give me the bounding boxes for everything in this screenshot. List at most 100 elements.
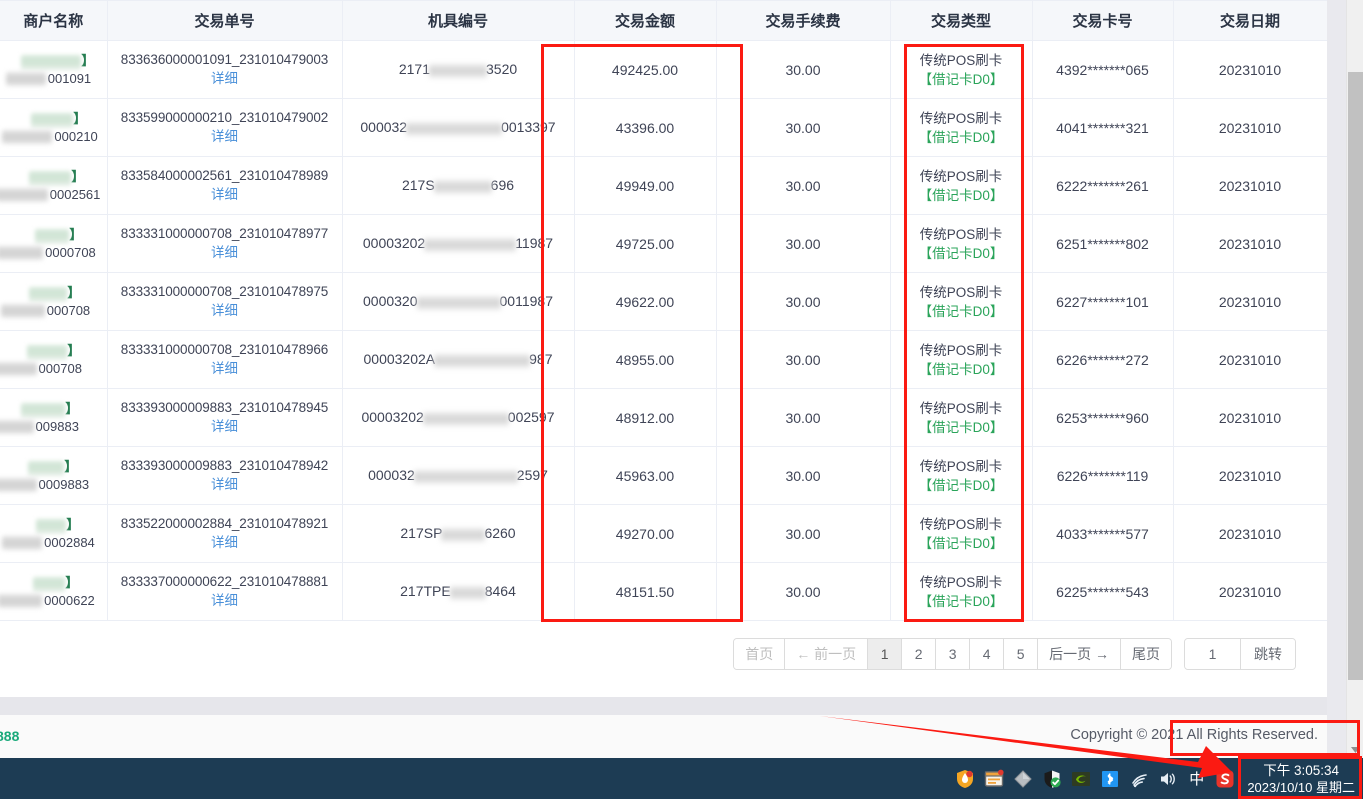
cell-merchant: 【】599000210 — [0, 98, 108, 157]
order-number: 833584000002561_231010478989 — [120, 167, 329, 183]
cell-fee: 30.00 — [716, 272, 891, 331]
merchant-id: 009883 — [0, 418, 103, 435]
cell-card-no: 4041*******321 — [1032, 98, 1174, 157]
column-header-card: 交易卡号 — [1032, 0, 1174, 41]
cell-date: 20231010 — [1173, 272, 1328, 331]
cell-device-no: 217SP 6260 — [342, 504, 575, 563]
page-number-5[interactable]: 5 — [1004, 639, 1039, 669]
transaction-type-main: 传统POS刷卡 — [919, 226, 1003, 242]
merchant-name-redacted: 【】 — [0, 168, 103, 186]
cell-fee: 30.00 — [716, 214, 891, 273]
transaction-type-main: 传统POS刷卡 — [919, 458, 1003, 474]
transaction-type-sub: 【借记卡D0】 — [918, 187, 1004, 203]
column-header-merchant: 商户名称 — [0, 0, 108, 41]
cell-amount: 49622.00 — [574, 272, 717, 331]
table-row: 【】330000622 833337000000622_231010478881 详… — [0, 562, 1328, 621]
order-number: 833331000000708_231010478977 — [120, 225, 329, 241]
bluetooth-icon[interactable] — [1100, 769, 1120, 789]
detail-link[interactable]: 详细 — [112, 591, 338, 611]
detail-link[interactable]: 详细 — [112, 243, 338, 263]
cell-merchant: 【】009883 — [0, 388, 108, 447]
detail-link[interactable]: 详细 — [112, 417, 338, 437]
cell-order-no: 833331000000708_231010478977 详细 — [107, 214, 343, 273]
cell-merchant: 【】33000708 — [0, 272, 108, 331]
merchant-name-redacted: 【】 — [0, 400, 103, 418]
page-number-4[interactable]: 4 — [970, 639, 1005, 669]
cell-date: 20231010 — [1173, 98, 1328, 157]
table-header-row: 商户名称 交易单号 机具编号 交易金额 交易手续费 交易类型 交易卡号 交易日期 — [0, 0, 1328, 41]
page-prev-button[interactable]: ← 前一页 — [785, 639, 869, 669]
cell-device-no: 2171 3520 — [342, 40, 575, 99]
defender-check-icon[interactable] — [1042, 769, 1062, 789]
scroll-down-arrow-icon[interactable] — [1347, 741, 1363, 758]
window-update-icon[interactable] — [984, 769, 1004, 789]
ime-language-indicator[interactable]: 中 — [1187, 768, 1206, 789]
page-last-button[interactable]: 尾页 — [1121, 639, 1171, 669]
page-jump-button[interactable]: 跳转 — [1241, 639, 1295, 669]
order-number: 833522000002884_231010478921 — [120, 515, 329, 531]
merchant-id: 33000708 — [0, 302, 103, 319]
volume-icon[interactable] — [1158, 769, 1178, 789]
scrollbar-thumb[interactable] — [1348, 72, 1363, 680]
sogou-input-icon[interactable] — [1215, 769, 1235, 789]
cell-transaction-type: 传统POS刷卡 【借记卡D0】 — [890, 504, 1033, 563]
transaction-type-main: 传统POS刷卡 — [919, 516, 1003, 532]
page-number-3[interactable]: 3 — [936, 639, 971, 669]
cell-fee: 30.00 — [716, 562, 891, 621]
wifi-icon[interactable] — [1129, 769, 1149, 789]
detail-link[interactable]: 详细 — [112, 475, 338, 495]
nvidia-icon[interactable] — [1071, 769, 1091, 789]
merchant-id: 220002884 — [0, 534, 103, 551]
cell-device-no: 000032 0013397 — [342, 98, 575, 157]
transaction-type-main: 传统POS刷卡 — [919, 168, 1003, 184]
table-row: 【】330000708 833331000000708_231010478977 详… — [0, 214, 1328, 273]
transaction-type-sub: 【借记卡D0】 — [918, 303, 1004, 319]
order-number: 833393000009883_231010478942 — [120, 457, 329, 473]
diamond-icon[interactable] — [1013, 769, 1033, 789]
cell-order-no: 833584000002561_231010478989 详细 — [107, 156, 343, 215]
detail-link[interactable]: 详细 — [112, 533, 338, 553]
cell-transaction-type: 传统POS刷卡 【借记卡D0】 — [890, 272, 1033, 331]
order-number: 833337000000622_231010478881 — [120, 573, 329, 589]
page-number-2[interactable]: 2 — [902, 639, 937, 669]
column-header-type: 交易类型 — [890, 0, 1033, 41]
transaction-type-main: 传统POS刷卡 — [919, 574, 1003, 590]
transaction-type-sub: 【借记卡D0】 — [918, 419, 1004, 435]
detail-link[interactable]: 详细 — [112, 359, 338, 379]
copyright-text: Copyright © 2021 All Rights Reserved. — [1070, 727, 1318, 743]
cell-device-no: 00003202 002597 — [342, 388, 575, 447]
cell-device-no: 0000320 0011987 — [342, 272, 575, 331]
table-row: 【】000708833331000000708_231010478966详细00… — [0, 330, 1328, 389]
detail-link[interactable]: 详细 — [112, 69, 338, 89]
cell-amount: 45963.00 — [574, 446, 717, 505]
cell-device-no: 217S 696 — [342, 156, 575, 215]
cell-card-no: 6225*******543 — [1032, 562, 1174, 621]
detail-link[interactable]: 详细 — [112, 127, 338, 147]
pagination: 首页 ← 前一页 1 2 3 4 5 后一页 → 尾页 跳转 — [733, 638, 1296, 670]
footer-left-number: 888 — [0, 728, 20, 744]
page-next-button[interactable]: 后一页 → — [1038, 639, 1121, 669]
cell-transaction-type: 传统POS刷卡 【借记卡D0】 — [890, 156, 1033, 215]
detail-link[interactable]: 详细 — [112, 301, 338, 321]
page-number-1[interactable]: 1 — [868, 639, 903, 669]
detail-link[interactable]: 详细 — [112, 185, 338, 205]
cell-date: 20231010 — [1173, 214, 1328, 273]
cell-fee: 30.00 — [716, 388, 891, 447]
page-jump-group: 跳转 — [1184, 638, 1296, 670]
transaction-type-sub: 【借记卡D0】 — [918, 593, 1004, 609]
taskbar-clock[interactable]: 下午 3:05:34 2023/10/10 星期二 — [1241, 762, 1363, 796]
vertical-scrollbar[interactable] — [1346, 0, 1363, 758]
shield-security-icon[interactable] — [955, 769, 975, 789]
transaction-type-sub: 【借记卡D0】 — [918, 129, 1004, 145]
pagination-area: 首页 ← 前一页 1 2 3 4 5 后一页 → 尾页 跳转 — [0, 628, 1327, 688]
cell-order-no: 833599000000210_231010479002 详细 — [107, 98, 343, 157]
cell-date: 20231010 — [1173, 562, 1328, 621]
cell-fee: 30.00 — [716, 40, 891, 99]
table-row: 【】36001091 833636000001091_231010479003 详细… — [0, 40, 1328, 99]
merchant-id: 330000708 — [0, 244, 103, 261]
page-first-button[interactable]: 首页 — [734, 639, 786, 669]
transaction-type-main: 传统POS刷卡 — [919, 400, 1003, 416]
merchant-id: 36001091 — [0, 70, 103, 87]
cell-amount: 492425.00 — [574, 40, 717, 99]
page-jump-input[interactable] — [1185, 639, 1241, 669]
